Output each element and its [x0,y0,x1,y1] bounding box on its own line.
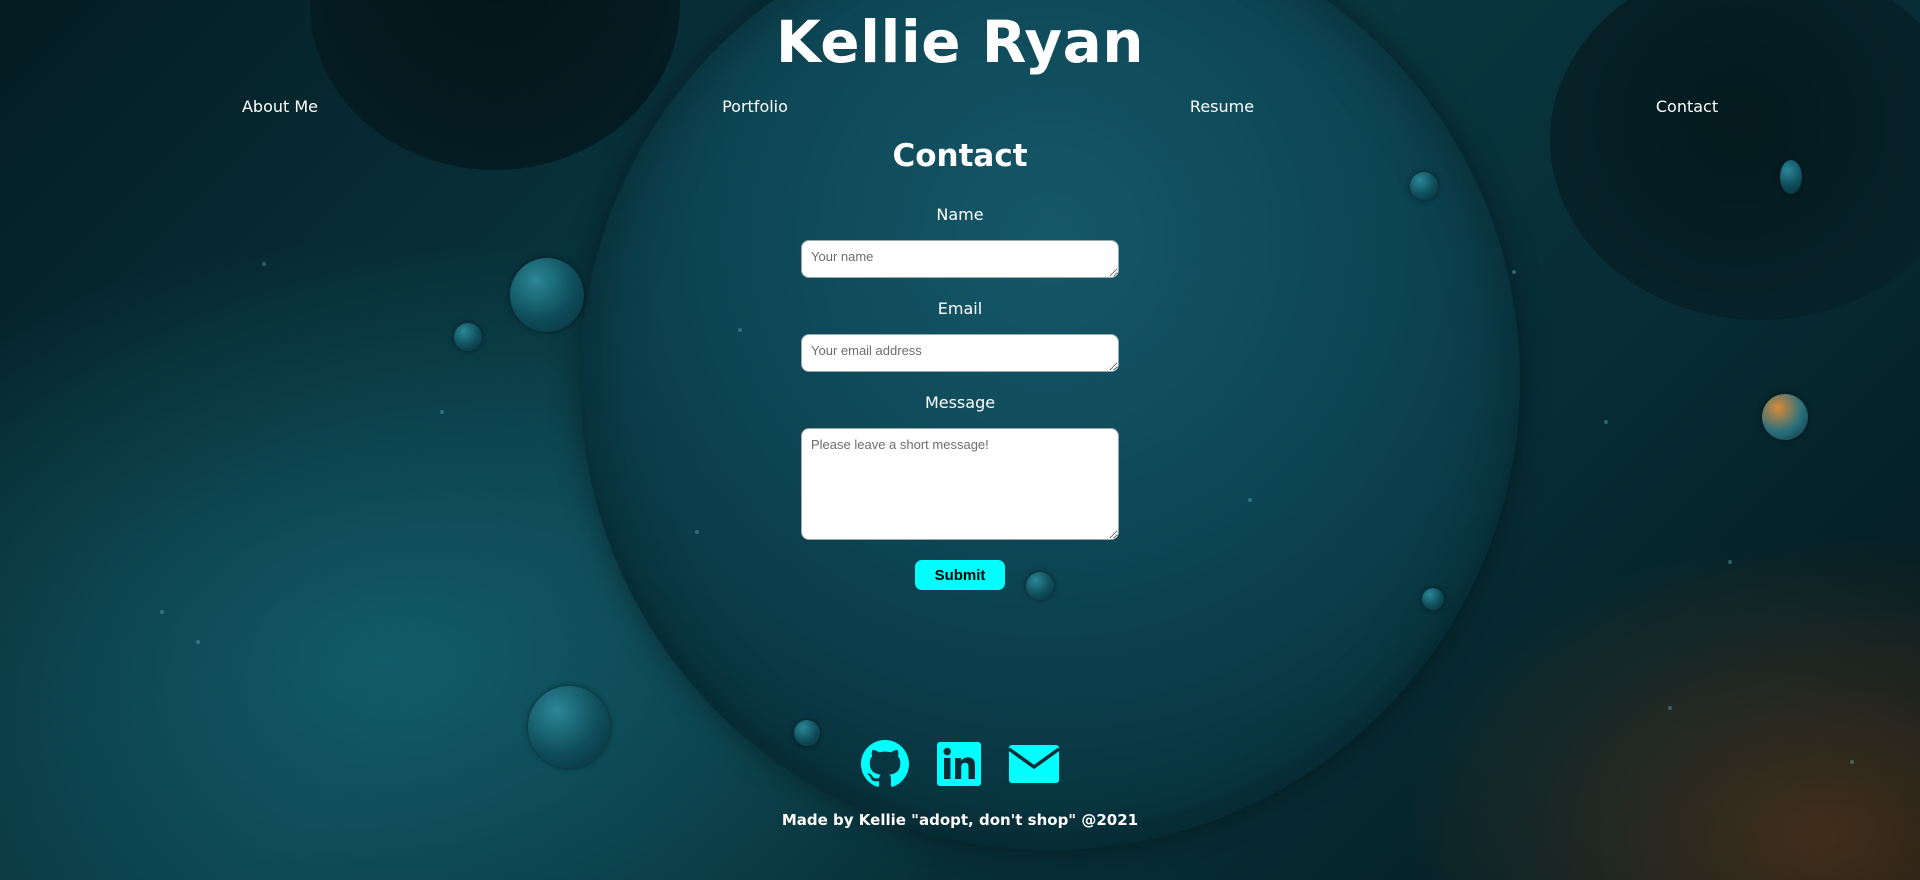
nav-item-portfolio[interactable]: Portfolio [722,97,788,116]
background-speck [160,610,164,614]
background-bubble [454,323,482,351]
background-speck [1512,270,1516,274]
background-speck [1728,560,1732,564]
background-orb [580,0,1520,850]
linkedin-icon-graphic [937,742,981,786]
submit-button[interactable]: Submit [915,560,1005,590]
name-label: Name [936,205,984,224]
background-bubble [1410,172,1438,200]
background-speck [196,640,200,644]
github-icon-graphic [861,740,909,787]
background-speck [1248,498,1252,502]
background-speck [1668,706,1672,710]
github-icon[interactable] [861,740,909,788]
linkedin-icon[interactable] [937,742,981,786]
social-links [0,740,1920,792]
background-speck [695,530,699,534]
background-bubble [510,258,584,332]
background-speck [738,328,742,332]
background-speck [1604,420,1608,424]
background-bubble [1026,572,1054,600]
email-label: Email [937,299,983,318]
contact-heading: Contact [892,138,1028,174]
main-nav: About Me Portfolio Resume Contact [0,97,1920,121]
background-speck [262,262,266,266]
name-field[interactable] [801,240,1119,278]
nav-item-resume[interactable]: Resume [1190,97,1254,116]
nav-item-about-me[interactable]: About Me [242,97,318,116]
background-bubble [1422,588,1444,610]
message-label: Message [924,393,996,412]
email-icon[interactable] [1007,743,1061,785]
email-field[interactable] [801,334,1119,372]
message-field[interactable] [801,428,1119,540]
footer-text: Made by Kellie "adopt, don't shop" @2021 [781,811,1139,829]
email-icon-graphic [1007,745,1061,783]
site-title: Kellie Ryan [775,8,1145,76]
nav-item-contact[interactable]: Contact [1656,97,1718,116]
